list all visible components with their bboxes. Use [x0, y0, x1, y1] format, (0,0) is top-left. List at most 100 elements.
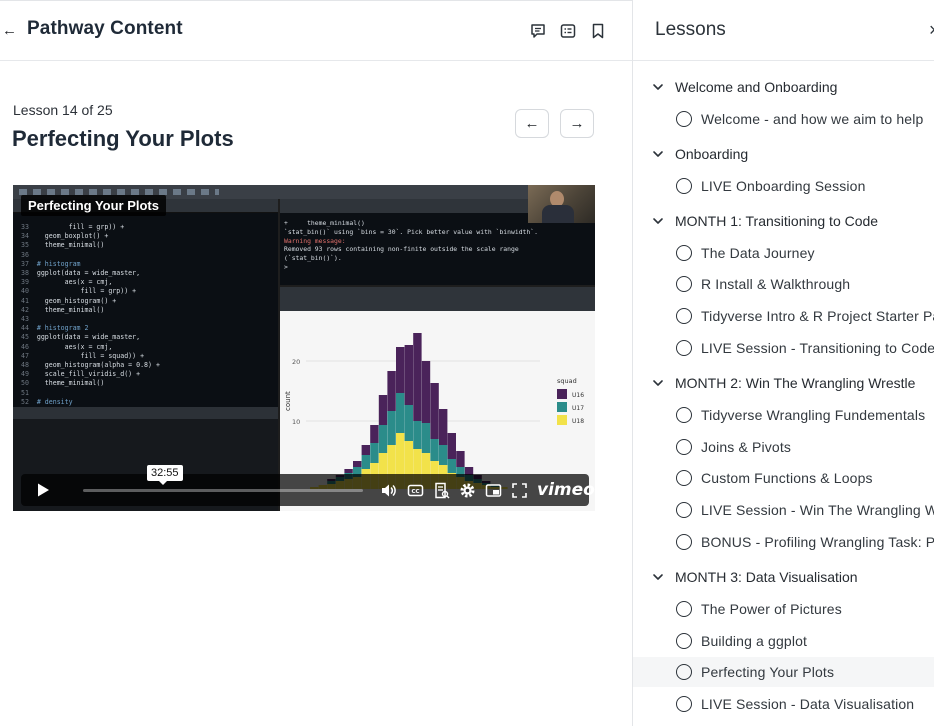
chevron-down-icon [651, 80, 665, 94]
histogram-bar [430, 383, 439, 439]
chevron-down-icon [651, 570, 665, 584]
lesson-label: Custom Functions & Loops [701, 470, 873, 487]
histogram-bar [404, 345, 413, 405]
circle-status-icon [676, 470, 692, 487]
previous-lesson-button[interactable]: ← [515, 109, 549, 138]
video-controls: 32:55 CC vimeo [21, 465, 595, 506]
lesson-item[interactable]: Perfecting Your Plots [633, 657, 934, 688]
histogram-bar [447, 459, 456, 473]
section-header[interactable]: MONTH 1: Transitioning to Code [633, 207, 934, 235]
main-content: ← Pathway Content Lesson 14 of 25 Perfec… [0, 0, 632, 726]
histogram-bar [439, 409, 448, 445]
section-header[interactable]: MONTH 2: Win The Wrangling Wrestle [633, 369, 934, 397]
code-line: 43 [17, 315, 37, 324]
histogram-bar [404, 405, 413, 441]
lesson-label: LIVE Session - Data Visualisation [701, 696, 915, 713]
console-line: Removed 93 rows containing non-finite ou… [284, 245, 519, 254]
section-header[interactable]: MONTH 3: Data Visualisation [633, 563, 934, 591]
code-line: 34 geom_boxplot() + [17, 232, 109, 241]
section-header[interactable]: Onboarding [633, 140, 934, 168]
plots-toolbar [280, 287, 595, 311]
volume-icon[interactable] [380, 482, 397, 499]
lesson-item[interactable]: Joins & Pivots [633, 432, 934, 462]
page-title: Pathway Content [27, 18, 183, 39]
lesson-item[interactable]: LIVE Onboarding Session [633, 171, 934, 201]
histogram-bar [387, 371, 396, 411]
histogram-bar [370, 443, 379, 463]
picture-in-picture-icon[interactable] [485, 482, 502, 499]
code-line: 38 ggplot(data = wide_master, [17, 269, 141, 278]
lesson-item[interactable]: LIVE Session - Win The Wrangling Wrestle [633, 495, 934, 525]
histogram-bar [396, 347, 405, 393]
transcript-icon[interactable] [433, 482, 450, 499]
section-label: MONTH 3: Data Visualisation [675, 568, 858, 585]
notes-icon[interactable] [559, 22, 577, 40]
console-pane: + theme_minimal() `stat_bin()` using `bin… [280, 213, 595, 285]
code-line: 35 theme_minimal() [17, 241, 105, 250]
y-axis-label: count [284, 391, 292, 411]
settings-gear-icon[interactable] [459, 482, 476, 499]
code-line: 47 fill = squad)) + [17, 351, 145, 360]
lesson-item[interactable]: The Power of Pictures [633, 594, 934, 624]
y-tick-label: 10 [292, 418, 300, 426]
histogram-bar [353, 461, 362, 467]
lesson-label: Tidyverse Wrangling Fundementals [701, 406, 926, 423]
section-label: MONTH 1: Transitioning to Code [675, 212, 879, 229]
lesson-item[interactable]: Building a ggplot [633, 626, 934, 656]
back-arrow-icon[interactable]: ← [2, 21, 17, 41]
lesson-item[interactable]: Tidyverse Wrangling Fundementals [633, 400, 934, 430]
console-line: > [284, 262, 288, 271]
progress-bar[interactable]: 32:55 [83, 465, 363, 492]
vimeo-logo[interactable]: vimeo [537, 480, 595, 500]
bookmark-icon[interactable] [589, 22, 607, 40]
code-line: 40 fill = grp)) + [17, 287, 137, 296]
circle-status-icon [676, 600, 692, 617]
legend-label: U18 [572, 418, 584, 425]
lesson-item[interactable]: BONUS - Profiling Wrangling Task: Player [633, 527, 934, 557]
lesson-item[interactable]: LIVE Session - Data Visualisation [633, 689, 934, 719]
lesson-label: LIVE Session - Win The Wrangling Wrestle [701, 502, 934, 519]
histogram-bar [439, 445, 448, 465]
lesson-item[interactable]: Custom Functions & Loops [633, 463, 934, 493]
code-line: 52 # density [17, 397, 73, 406]
histogram-bar [421, 423, 431, 453]
lesson-label: Tidyverse Intro & R Project Starter Pack [701, 308, 934, 325]
circle-status-icon [676, 534, 692, 550]
circle-status-icon [676, 244, 692, 261]
code-line: 49 scale_fill_viridis_d() + [17, 370, 141, 379]
code-line: 48 geom_histogram(alpha = 0.8) + [17, 361, 160, 370]
section-label: Onboarding [675, 145, 749, 162]
circle-status-icon [676, 308, 692, 325]
main-header: ← Pathway Content [0, 1, 632, 61]
fullscreen-icon[interactable] [511, 482, 528, 499]
comment-icon[interactable] [529, 22, 547, 40]
lesson-item[interactable]: Tidyverse Intro & R Project Starter Pack [633, 301, 934, 331]
arrow-right-icon: → [569, 115, 585, 132]
play-icon[interactable] [35, 482, 51, 498]
lesson-label: LIVE Onboarding Session [701, 177, 866, 194]
video-player[interactable]: 33 fill = grp)) + 34 geom_boxplot() + 35… [13, 185, 595, 511]
lesson-item[interactable]: R Install & Walkthrough [633, 269, 934, 299]
histogram-bar [344, 469, 353, 473]
legend-label: U17 [572, 405, 584, 412]
chevron-down-icon [651, 214, 665, 228]
console-line: + theme_minimal() [284, 219, 365, 227]
sidebar-header: Lessons × [633, 1, 934, 61]
svg-text:CC: CC [411, 489, 419, 495]
lesson-item[interactable]: LIVE Session - Transitioning to Code [633, 333, 934, 363]
time-badge: 32:55 [147, 465, 183, 485]
lesson-item[interactable]: Welcome - and how we aim to help [633, 104, 934, 134]
captions-icon[interactable]: CC [407, 482, 424, 499]
code-line: 51 [17, 388, 37, 397]
close-icon[interactable]: × [929, 20, 934, 41]
legend-swatch [557, 415, 567, 425]
page-root: ← Pathway Content Lesson 14 of 25 Perfec… [0, 0, 934, 726]
histogram-bar [361, 445, 370, 455]
section-header[interactable]: Welcome and Onboarding [633, 73, 934, 101]
next-lesson-button[interactable]: → [560, 109, 594, 138]
histogram-bar [378, 395, 388, 425]
lesson-label: Joins & Pivots [701, 438, 792, 455]
lesson-item[interactable]: The Data Journey [633, 238, 934, 268]
lesson-label: Building a ggplot [701, 632, 808, 649]
lesson-label: The Data Journey [701, 244, 815, 261]
